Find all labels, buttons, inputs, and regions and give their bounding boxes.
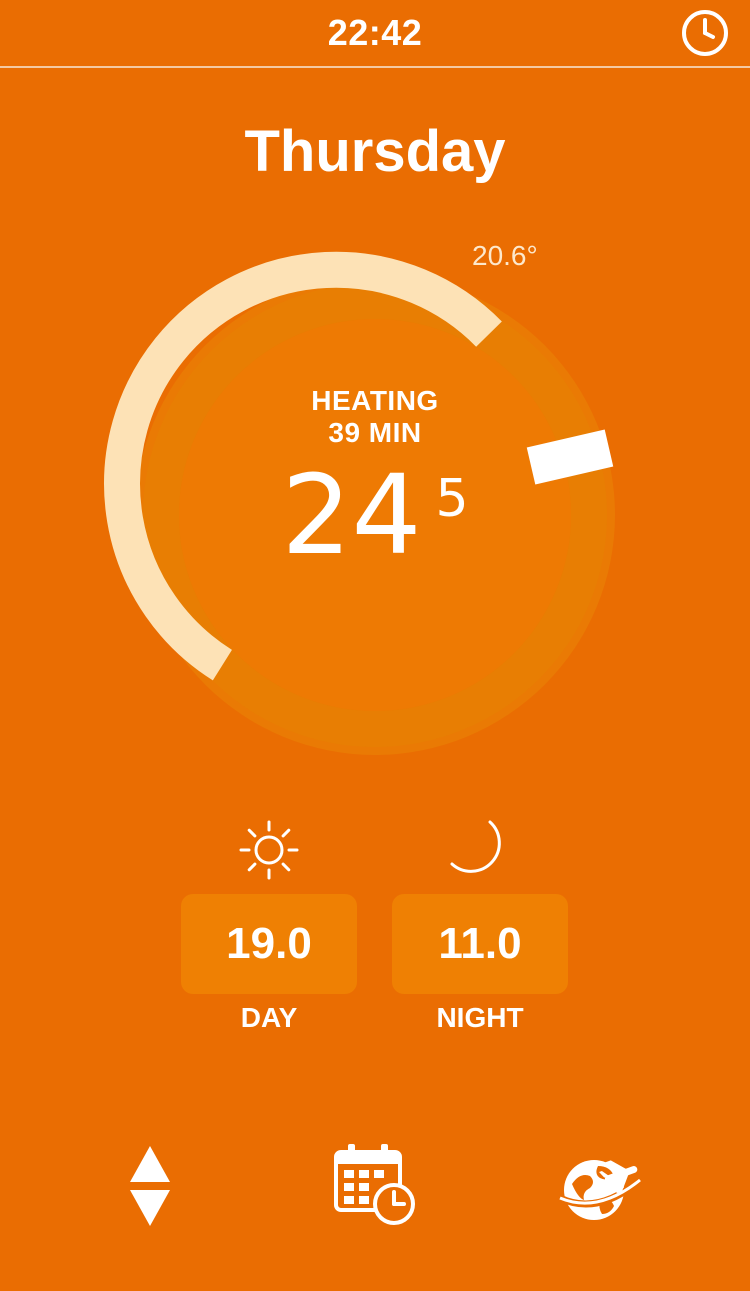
night-preset-button[interactable]: 11.0 [392,894,568,994]
moon-icon [450,820,501,873]
night-preset-value: 11.0 [438,919,522,968]
up-down-arrows-icon[interactable] [128,1140,172,1232]
heating-duration: 39 MIN [328,417,422,448]
night-preset-label: NIGHT [436,1002,524,1033]
heating-status: HEATING 39 MIN [0,385,750,449]
current-temperature: 20.6° [472,240,538,271]
target-temperature[interactable]: 24 5 [0,455,750,575]
target-temperature-whole: 24 [281,451,422,579]
day-preset-button[interactable]: 19.0 [181,894,357,994]
sun-icon [239,820,299,880]
day-preset-label: DAY [240,1002,298,1033]
day-preset-value: 19.0 [226,919,312,968]
calendar-clock-icon[interactable] [332,1140,418,1228]
heating-mode-label: HEATING [311,385,439,416]
globe-plane-icon[interactable] [558,1140,642,1228]
target-temperature-fraction: 5 [435,469,469,529]
